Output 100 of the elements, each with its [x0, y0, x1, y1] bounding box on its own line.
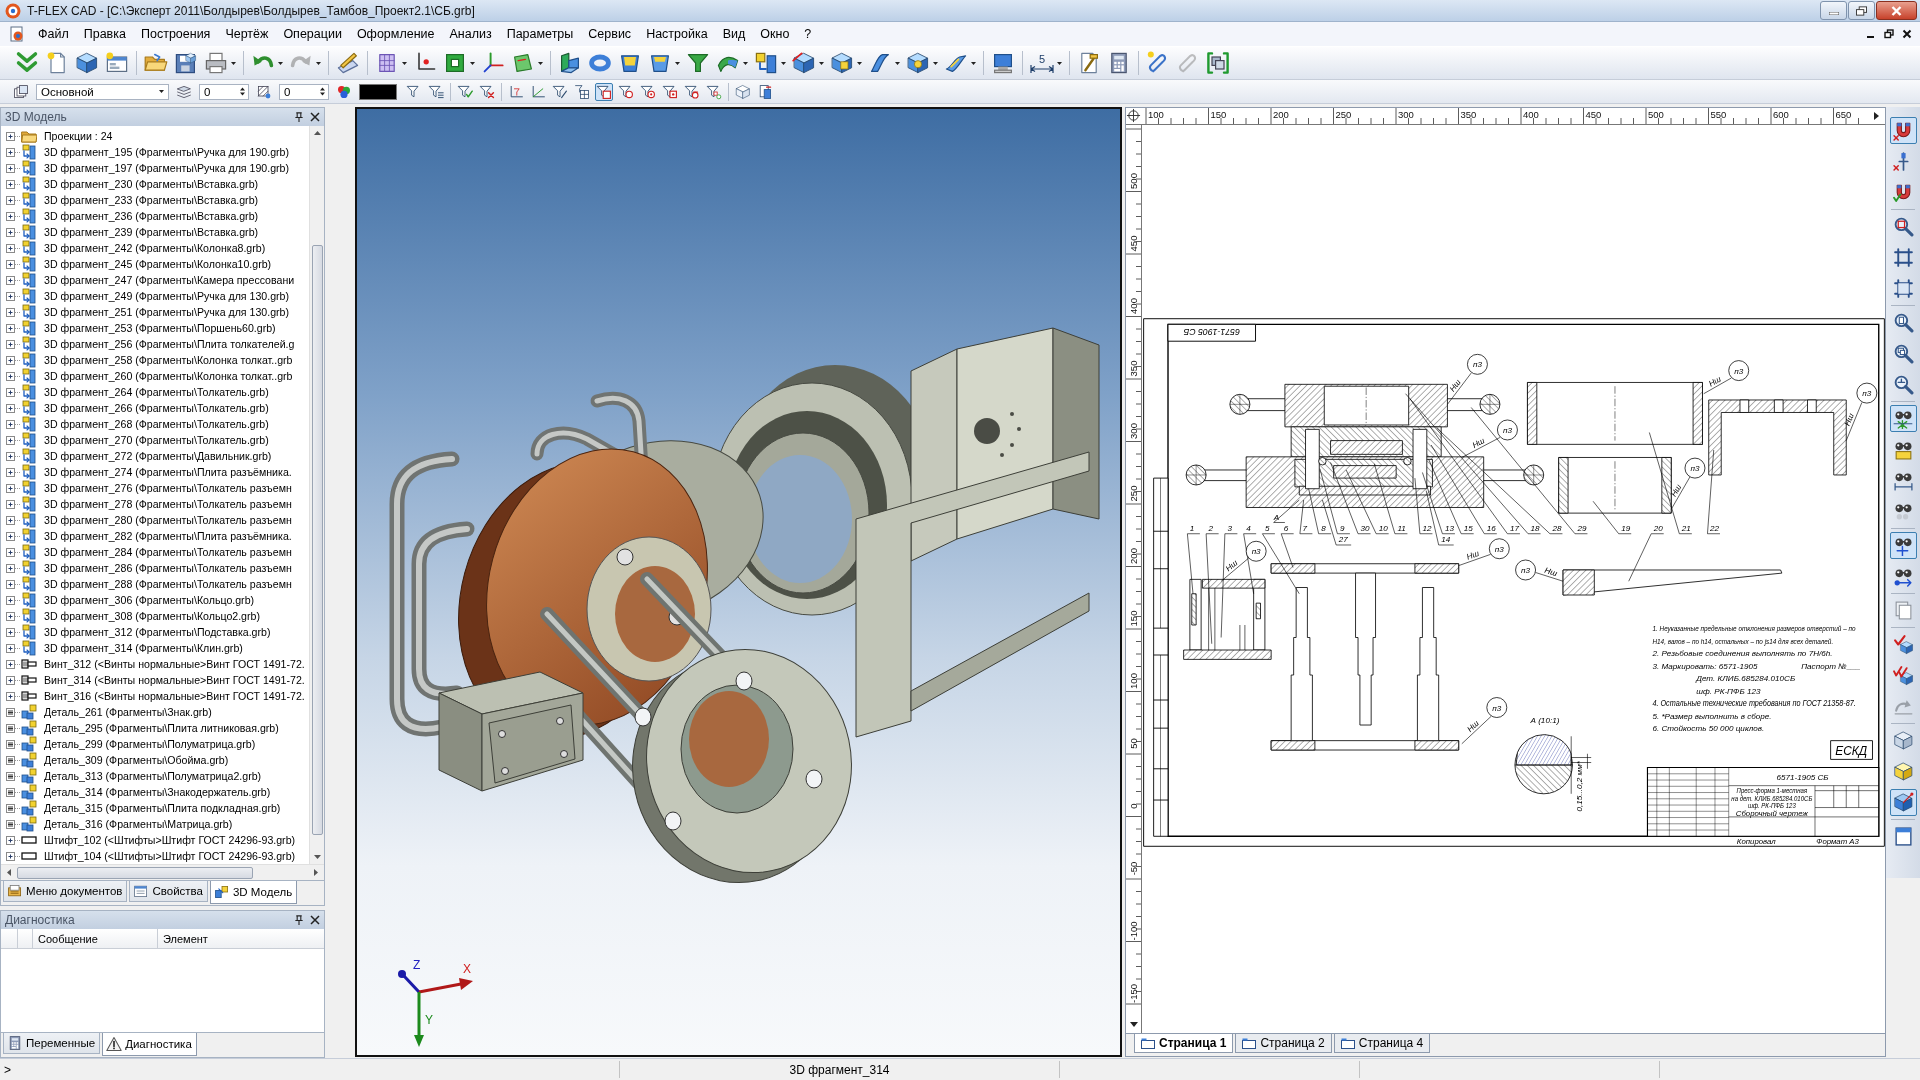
page-tab[interactable]: Страница 1	[1134, 1034, 1234, 1053]
tree-item[interactable]: 3D фрагмент_306 (Фрагменты\Кольцо.grb)	[44, 593, 255, 607]
scroll-up-icon[interactable]	[313, 131, 321, 135]
panel-tab[interactable]: Свойства	[129, 881, 208, 903]
axes-icon[interactable]	[481, 51, 505, 75]
expand-icon[interactable]	[6, 563, 20, 573]
menu-item[interactable]: Окно	[753, 27, 797, 41]
caret-icon[interactable]	[933, 61, 938, 65]
square-ring-icon[interactable]	[443, 51, 467, 75]
expand-icon[interactable]	[6, 243, 20, 253]
spin-field[interactable]: 0	[199, 83, 249, 100]
tree-item[interactable]: 3D фрагмент_272 (Фрагменты\Давильник.grb)	[44, 449, 272, 463]
tree-item[interactable]: Деталь_313 (Фрагменты\Полуматрица2.grb)	[44, 769, 262, 783]
expand-icon[interactable]	[6, 195, 20, 205]
menu-item[interactable]: ?	[797, 27, 819, 41]
pushpin-icon[interactable]	[294, 915, 304, 926]
tree-item[interactable]: Деталь_309 (Фрагменты\Обойма.grb)	[44, 753, 229, 767]
list-box-icon[interactable]	[6, 787, 20, 797]
color-swatch[interactable]	[359, 83, 397, 100]
list-box-icon[interactable]	[6, 723, 20, 733]
tree-item[interactable]: Винт_316 (<Винты нормальные>Винт ГОСТ 1491-72.	[44, 689, 305, 703]
expand-icon[interactable]	[6, 131, 20, 141]
tree-item[interactable]: Деталь_315 (Фрагменты\Плита подкладная.grb)	[44, 801, 281, 815]
magnet-icon[interactable]	[1889, 117, 1917, 144]
horizontal-scrollbar[interactable]	[1, 864, 324, 881]
mold-assembly-model-drawing[interactable]	[389, 327, 1100, 883]
expand-icon[interactable]	[6, 147, 20, 157]
tree-item[interactable]: 3D фрагмент_253 (Фрагменты\Поршень60.grb)	[44, 321, 276, 335]
tree-item[interactable]: 3D фрагмент_274 (Фрагменты\Плита разъёмника.	[44, 465, 292, 479]
tree-item[interactable]: 3D фрагмент_251 (Фрагменты\Ручка для 130.grb)	[44, 305, 289, 319]
expand-icon[interactable]	[6, 211, 20, 221]
scrollbar-thumb[interactable]	[311, 245, 323, 835]
tree-item[interactable]: Винт_312 (<Винты нормальные>Винт ГОСТ 1491-72.	[44, 657, 305, 671]
close-icon[interactable]	[1902, 29, 1912, 39]
caret-icon[interactable]	[316, 61, 321, 65]
crosshair-icon[interactable]	[1126, 108, 1141, 123]
tree-item[interactable]: Деталь_295 (Фрагменты\Плита литниковая.grb)	[44, 721, 279, 735]
vertical-scrollbar[interactable]	[309, 126, 324, 865]
3d-viewport[interactable]: Z X Y	[355, 107, 1122, 1057]
page-tab[interactable]: Страница 4	[1333, 1034, 1431, 1053]
expand-icon[interactable]	[6, 163, 20, 173]
page-tab[interactable]: Страница 2	[1235, 1034, 1332, 1053]
tree-item[interactable]: Проекции : 24	[44, 129, 113, 143]
cube-icon[interactable]	[830, 51, 854, 75]
expand-icon[interactable]	[6, 531, 20, 541]
double-chevron-icon[interactable]	[15, 51, 39, 75]
expand-icon[interactable]	[6, 627, 20, 637]
pencil-icon[interactable]	[336, 51, 360, 75]
caret-icon[interactable]	[231, 61, 236, 65]
tree-item[interactable]: 3D фрагмент_288 (Фрагменты\Толкатель разъемн	[44, 577, 292, 591]
expand-icon[interactable]	[6, 659, 20, 669]
expand-icon[interactable]	[6, 403, 20, 413]
tree-item[interactable]: Деталь_261 (Фрагменты\Знак.grb)	[44, 705, 212, 719]
restore-icon[interactable]	[1884, 29, 1894, 39]
tree-item[interactable]: 3D фрагмент_286 (Фрагменты\Толкатель разъемн	[44, 561, 292, 575]
expand-icon[interactable]	[6, 691, 20, 701]
glasses-icon[interactable]	[1889, 532, 1917, 559]
cube-cylinder-icon[interactable]	[754, 51, 778, 75]
expand-icon[interactable]	[6, 499, 20, 509]
pushpin-icon[interactable]	[294, 112, 304, 122]
expand-icon[interactable]	[6, 547, 20, 557]
tree-item[interactable]: 3D фрагмент_268 (Фрагменты\Толкатель.grb)	[44, 417, 269, 431]
tree-item[interactable]: 3D фрагмент_270 (Фрагменты\Толкатель.grb)	[44, 433, 269, 447]
menu-item[interactable]: Файл	[31, 27, 76, 41]
expand-icon[interactable]	[6, 323, 20, 333]
menu-item[interactable]: Правка	[76, 27, 133, 41]
expand-icon[interactable]	[6, 467, 20, 477]
tree-item[interactable]: 3D фрагмент_264 (Фрагменты\Толкатель.grb)	[44, 385, 269, 399]
solid-icon[interactable]	[558, 51, 582, 75]
expand-icon[interactable]	[6, 595, 20, 605]
tree-item[interactable]: 3D фрагмент_245 (Фрагменты\Колонка10.grb)	[44, 257, 272, 271]
menu-item[interactable]: Оформление	[349, 27, 442, 41]
tree-item[interactable]: 3D фрагмент_236 (Фрагменты\Вставка.grb)	[44, 209, 259, 223]
tree-item[interactable]: 3D фрагмент_242 (Фрагменты\Колонка8.grb)	[44, 241, 266, 255]
expand-icon[interactable]	[6, 611, 20, 621]
caret-icon[interactable]	[470, 61, 475, 65]
scroll-right-icon[interactable]	[314, 869, 318, 877]
panel-tab[interactable]: Переменные	[3, 1033, 101, 1054]
panel-tab[interactable]: 3D Модель	[209, 881, 298, 905]
tree-item[interactable]: 3D фрагмент_230 (Фрагменты\Вставка.grb)	[44, 177, 259, 191]
list-box-icon[interactable]	[6, 803, 20, 813]
funnel-icon[interactable]	[686, 51, 710, 75]
expand-icon[interactable]	[6, 339, 20, 349]
caret-icon[interactable]	[781, 61, 786, 65]
expand-icon[interactable]	[6, 355, 20, 365]
tree-item[interactable]: 3D фрагмент_282 (Фрагменты\Плита разъёмника.	[44, 529, 292, 543]
dimension-value[interactable]: 5	[1038, 53, 1046, 65]
tree-item[interactable]: 3D фрагмент_314 (Фрагменты\Клин.grb)	[44, 641, 243, 655]
tree-item[interactable]: Штифт_102 (<Штифты>Штифт ГОСТ 24296-93.grb)	[44, 833, 296, 847]
tree-item[interactable]: 3D фрагмент_256 (Фрагменты\Плита толкателей.g	[44, 337, 295, 351]
tree-item[interactable]: Винт_314 (<Винты нормальные>Винт ГОСТ 1491-72.	[44, 673, 305, 687]
glasses-icon[interactable]	[1889, 405, 1917, 432]
menu-item[interactable]: Анализ	[442, 27, 499, 41]
scroll-down-icon[interactable]	[1129, 1022, 1138, 1027]
menu-item[interactable]: Сервис	[581, 27, 639, 41]
tree-item[interactable]: 3D фрагмент_249 (Фрагменты\Ручка для 130.grb)	[44, 289, 289, 303]
expand-icon[interactable]	[6, 851, 20, 861]
tree-item[interactable]: 3D фрагмент_284 (Фрагменты\Толкатель разъемн	[44, 545, 292, 559]
expand-icon[interactable]	[6, 259, 20, 269]
cube-icon[interactable]	[906, 51, 930, 75]
